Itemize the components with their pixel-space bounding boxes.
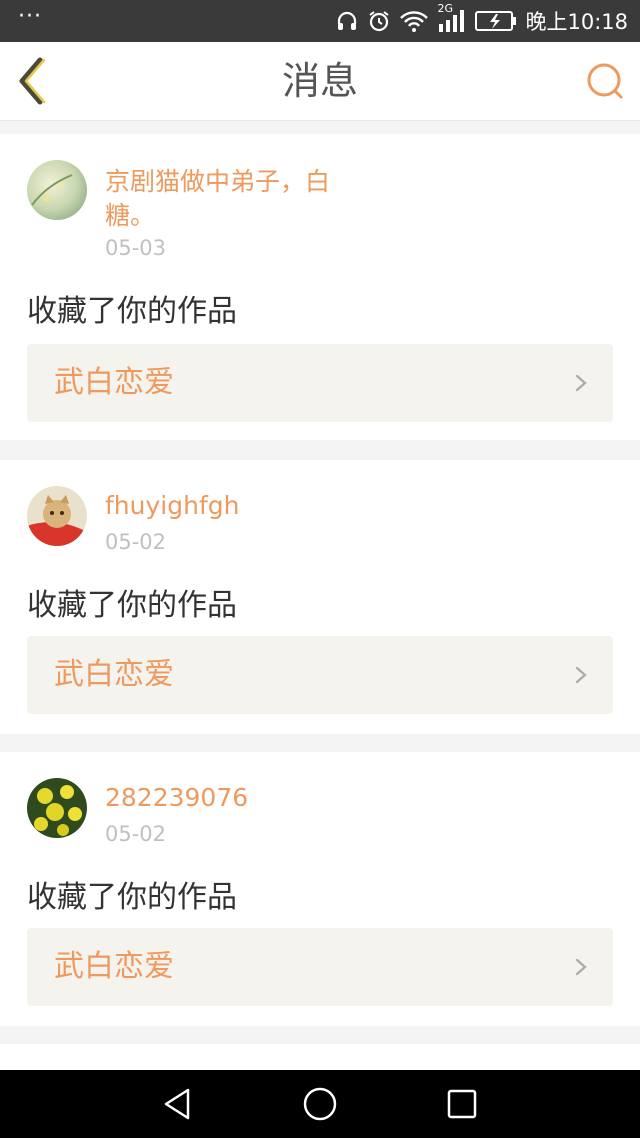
clock: 晚上10:18 bbox=[525, 10, 628, 34]
circle-home-icon bbox=[303, 1087, 337, 1121]
work-title: 武白恋爱 bbox=[54, 949, 174, 984]
message-date: 05-03 bbox=[105, 236, 167, 260]
network-type: 2G bbox=[437, 2, 453, 15]
system-nav-bar bbox=[0, 1070, 640, 1138]
message-card: 京剧猫做中弟子，白糖。 05-03 收藏了你的作品 武白恋爱 bbox=[0, 134, 640, 440]
page-title: 消息 bbox=[281, 59, 358, 103]
battery-charging-icon bbox=[475, 10, 517, 32]
action-text: 收藏了你的作品 bbox=[27, 588, 237, 623]
search-button[interactable] bbox=[584, 60, 626, 102]
action-text: 收藏了你的作品 bbox=[27, 294, 237, 329]
message-card-partial bbox=[0, 1044, 640, 1070]
system-home-button[interactable] bbox=[300, 1084, 340, 1124]
status-icons: 2G 晚上10:18 bbox=[335, 0, 628, 42]
square-recents-icon bbox=[447, 1089, 477, 1119]
status-bar: ··· 2G 晚上10:18 bbox=[0, 0, 640, 42]
work-link[interactable]: 武白恋爱 bbox=[27, 928, 613, 1006]
avatar[interactable] bbox=[27, 160, 87, 220]
sender-name[interactable]: 京剧猫做中弟子，白糖。 bbox=[105, 165, 375, 233]
message-card: fhuyighfgh 05-02 收藏了你的作品 武白恋爱 bbox=[0, 460, 640, 734]
alarm-icon bbox=[367, 9, 391, 33]
avatar[interactable] bbox=[27, 778, 87, 838]
chevron-right-icon bbox=[575, 374, 587, 392]
chevron-right-icon bbox=[575, 666, 587, 684]
work-title: 武白恋爱 bbox=[54, 657, 174, 692]
sender-name[interactable]: 282239076 bbox=[105, 781, 375, 815]
notification-dots: ··· bbox=[18, 4, 42, 29]
triangle-back-icon bbox=[164, 1088, 190, 1120]
chevron-right-icon bbox=[575, 958, 587, 976]
action-text: 收藏了你的作品 bbox=[27, 880, 237, 915]
message-card: 282239076 05-02 收藏了你的作品 武白恋爱 bbox=[0, 752, 640, 1026]
signal-icon: 2G bbox=[437, 2, 467, 34]
headphones-icon bbox=[335, 9, 359, 33]
message-date: 05-02 bbox=[105, 530, 167, 554]
sender-name[interactable]: fhuyighfgh bbox=[105, 489, 375, 523]
message-date: 05-02 bbox=[105, 822, 167, 846]
nav-bar: 消息 bbox=[0, 42, 640, 121]
system-recents-button[interactable] bbox=[442, 1084, 482, 1124]
work-title: 武白恋爱 bbox=[54, 365, 174, 400]
wifi-icon bbox=[399, 9, 429, 33]
work-link[interactable]: 武白恋爱 bbox=[27, 344, 613, 422]
work-link[interactable]: 武白恋爱 bbox=[27, 636, 613, 714]
system-back-button[interactable] bbox=[158, 1084, 198, 1124]
avatar[interactable] bbox=[27, 486, 87, 546]
search-icon bbox=[587, 63, 623, 99]
